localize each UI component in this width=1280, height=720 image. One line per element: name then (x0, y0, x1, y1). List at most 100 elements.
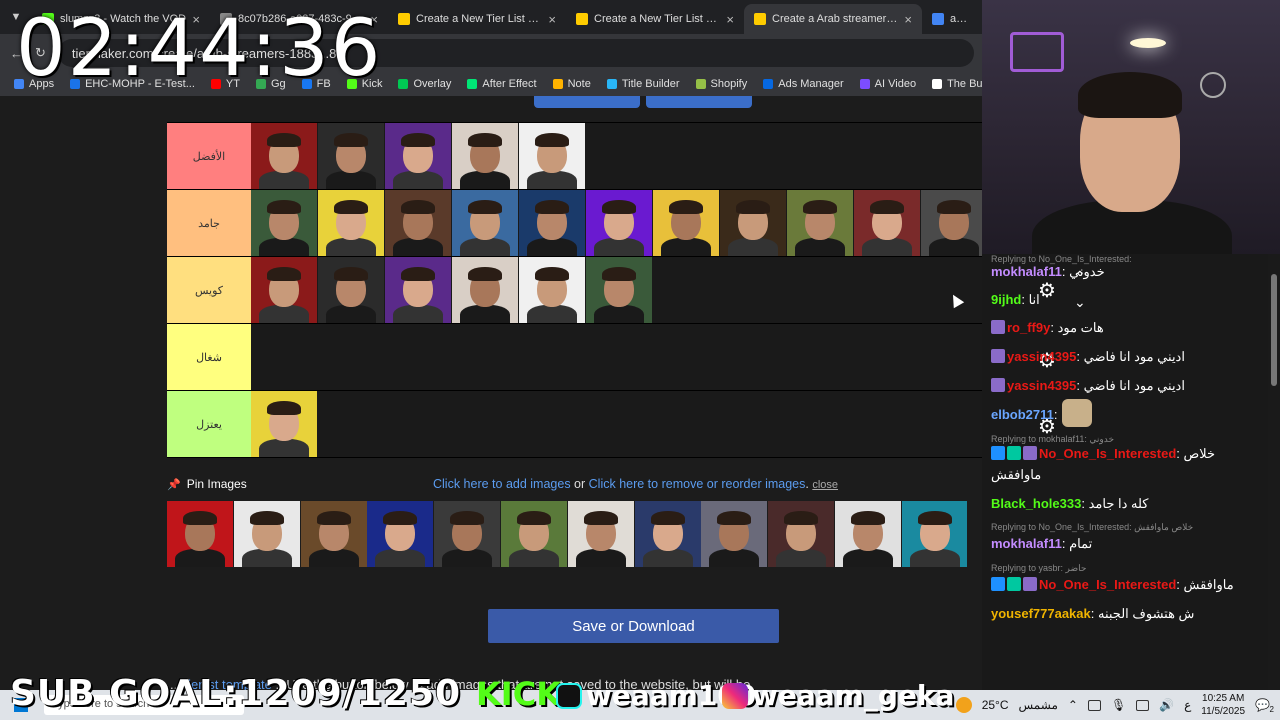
streamer-thumbnail[interactable] (634, 501, 701, 567)
streamer-thumbnail[interactable] (251, 391, 317, 457)
bookmark-item[interactable]: Title Builder (606, 78, 680, 90)
streamer-thumbnail[interactable] (519, 190, 585, 256)
streamer-thumbnail[interactable] (586, 257, 652, 323)
thumb-body (776, 549, 827, 567)
tier-label[interactable]: يعتزل (167, 391, 251, 457)
add-images-link[interactable]: Click here to add images (433, 477, 571, 491)
chevron-up-tray-icon[interactable]: ⌃ (1068, 698, 1078, 712)
bookmark-item[interactable]: Overlay (398, 78, 451, 90)
bookmark-item[interactable]: Shopify (695, 78, 747, 90)
taskbar-clock[interactable]: 10:25 AM 11/5/2025 (1201, 692, 1245, 718)
streamer-thumbnail[interactable] (385, 123, 451, 189)
streamer-thumbnail[interactable] (233, 501, 300, 567)
streamer-thumbnail[interactable] (901, 501, 967, 567)
tier-items (251, 324, 982, 390)
chat-username[interactable]: mokhalaf11 (991, 536, 1062, 551)
streamer-thumbnail[interactable] (768, 501, 835, 567)
scrollbar-thumb[interactable] (1271, 274, 1277, 386)
thumb-body (326, 238, 376, 256)
streamer-thumbnail[interactable] (567, 501, 634, 567)
streamer-thumbnail[interactable] (452, 257, 518, 323)
streamer-thumbnail[interactable] (251, 257, 317, 323)
streamer-thumbnail[interactable] (434, 501, 501, 567)
streamer-thumbnail[interactable] (251, 190, 317, 256)
chat-username[interactable]: 9ijhd (991, 292, 1021, 307)
bookmark-item[interactable]: Ads Manager (763, 78, 844, 90)
top-button-1[interactable] (534, 96, 640, 108)
tier-label[interactable]: شغال (167, 324, 251, 390)
streamer-thumbnail[interactable] (653, 190, 719, 256)
language-indicator[interactable]: ع (1184, 698, 1191, 712)
chat-username[interactable]: yassin4395 (1007, 378, 1076, 393)
network-icon[interactable] (1087, 699, 1101, 711)
streamer-thumbnail[interactable] (300, 501, 367, 567)
tier-row: شغال (167, 324, 982, 391)
browser-tab[interactable]: ahmeds (922, 4, 982, 34)
thumb-body (460, 238, 510, 256)
chat-username[interactable]: No_One_Is_Interested (1039, 577, 1176, 592)
streamer-thumbnail[interactable] (701, 501, 768, 567)
close-link[interactable]: close (812, 479, 838, 491)
pin-images-header: 📌 Pin Images Click here to add images or… (167, 474, 967, 494)
bookmark-item[interactable]: The Busin (932, 78, 982, 90)
streamer-thumbnail[interactable] (519, 257, 585, 323)
streamer-thumbnail[interactable] (167, 501, 233, 567)
close-tab-icon[interactable]: × (548, 12, 556, 27)
streamer-thumbnail[interactable] (367, 501, 434, 567)
top-button-2[interactable] (646, 96, 752, 108)
thumb-hair (401, 200, 435, 214)
streamer-thumbnail[interactable] (834, 501, 901, 567)
chat-username[interactable]: No_One_Is_Interested (1039, 446, 1176, 461)
streamer-thumbnail[interactable] (586, 190, 652, 256)
chat-username[interactable]: yassin4395 (1007, 349, 1076, 364)
browser-tab[interactable]: Create a Arab streamers Ti × (744, 4, 922, 34)
streamer-thumbnail[interactable] (452, 123, 518, 189)
streamer-thumbnail[interactable] (318, 123, 384, 189)
thumb-hair (401, 133, 435, 147)
browser-tab[interactable]: Create a New Tier List - Tie × (566, 4, 744, 34)
tier-label[interactable]: جامد (167, 190, 251, 256)
chat-reply-context: Replying to yasbr: حاضر (991, 563, 1087, 573)
chat-username[interactable]: yousef777aakak (991, 606, 1091, 621)
chat-username[interactable]: ro_ff9y (1007, 320, 1050, 335)
streamer-thumbnail[interactable] (787, 190, 853, 256)
bookmark-icon (552, 79, 563, 89)
tab-title: Create a New Tier List - Tie (416, 13, 543, 25)
browser-tab[interactable]: Create a New Tier List - Tie × (388, 4, 566, 34)
bookmark-item[interactable]: AI Video (859, 78, 916, 90)
streamer-thumbnail[interactable] (921, 190, 982, 256)
battery-icon[interactable] (1136, 699, 1150, 711)
thumb-body (728, 238, 778, 256)
chat-username[interactable]: Black_hole333 (991, 496, 1081, 511)
remove-images-link[interactable]: Click here to remove or reorder images (589, 477, 806, 491)
mic-icon[interactable]: 🎙 (1111, 698, 1126, 712)
tier-label[interactable]: كويس (167, 257, 251, 323)
streamer-thumbnail[interactable] (854, 190, 920, 256)
chat-panel: ⚙ ⌃ ⌄ ⚙ ⚙ Replying to No_One_Is_Interest… (982, 254, 1268, 690)
streamer-thumbnail[interactable] (519, 123, 585, 189)
streamer-thumbnail[interactable] (452, 190, 518, 256)
tier-items (251, 391, 982, 457)
notification-icon[interactable]: 💬 2 (1255, 698, 1274, 714)
bookmark-label: Note (567, 78, 591, 90)
streamer-thumbnail[interactable] (318, 257, 384, 323)
streamer-thumbnail[interactable] (385, 257, 451, 323)
chat-username[interactable]: mokhalaf11 (991, 264, 1062, 279)
bookmark-item[interactable]: After Effect (467, 78, 537, 90)
save-download-button[interactable]: Save or Download (488, 609, 779, 643)
streamer-thumbnail[interactable] (720, 190, 786, 256)
chat-message: yassin4395: اديني مود انا فاضي (991, 378, 1261, 394)
close-tab-icon[interactable]: × (904, 12, 912, 27)
thumb-hair (669, 200, 703, 214)
volume-icon[interactable]: 🔊 (1159, 698, 1174, 712)
streamer-thumbnail[interactable] (500, 501, 567, 567)
bookmark-item[interactable]: Note (552, 78, 591, 90)
streamer-thumbnail[interactable] (318, 190, 384, 256)
chat-scrollbar[interactable] (1268, 254, 1280, 688)
chat-text: خدوني (1069, 264, 1105, 279)
tier-label[interactable]: الأفضل (167, 123, 251, 189)
chat-username[interactable]: elbob2711 (991, 407, 1054, 422)
streamer-thumbnail[interactable] (385, 190, 451, 256)
close-tab-icon[interactable]: × (726, 12, 734, 27)
streamer-thumbnail[interactable] (251, 123, 317, 189)
